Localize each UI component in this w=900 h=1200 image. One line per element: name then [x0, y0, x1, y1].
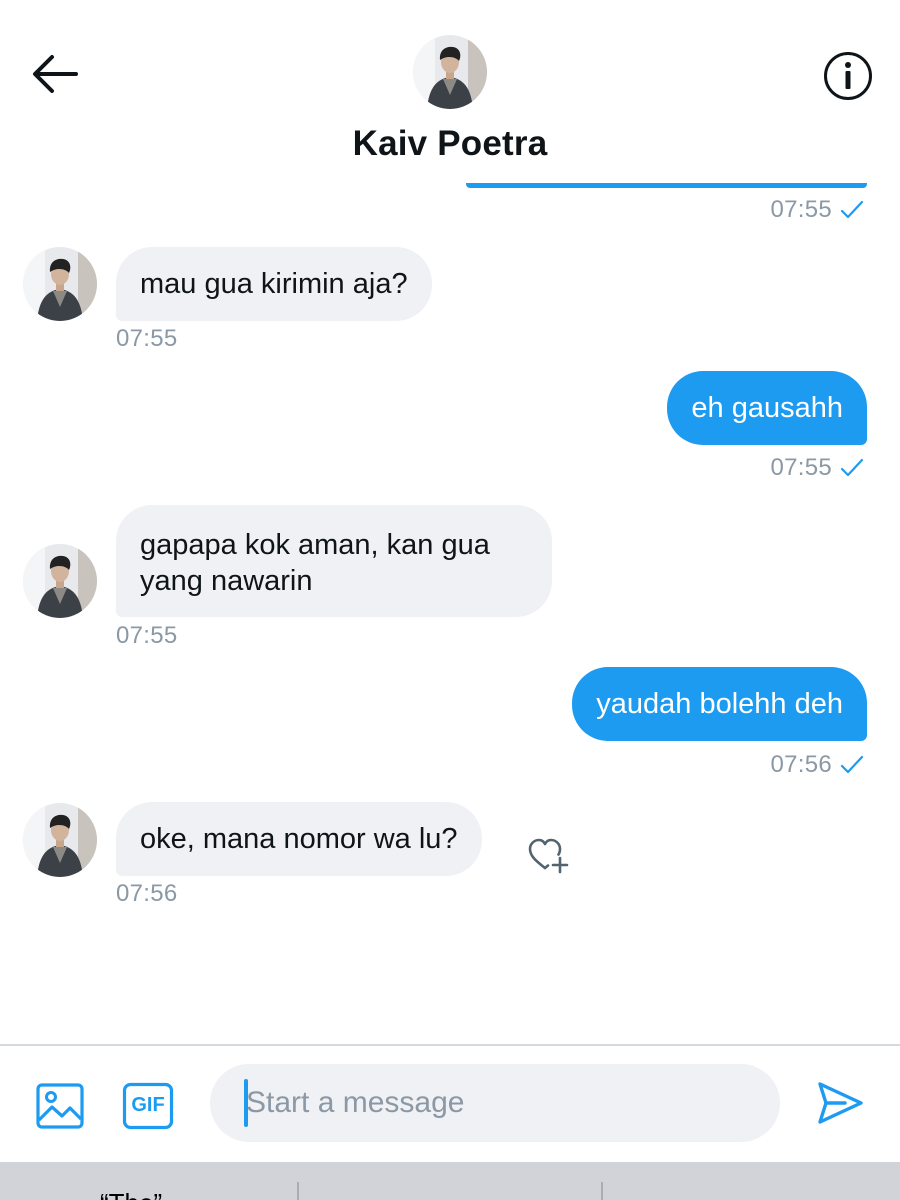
message-timestamp: 07:55	[770, 196, 832, 223]
arrow-left-icon	[33, 55, 78, 93]
message-bubble-incoming[interactable]: oke, mana nomor wa lu?	[116, 802, 482, 876]
info-circle-icon	[824, 52, 872, 100]
message-timestamp: 07:55	[116, 325, 178, 352]
send-icon	[818, 1082, 863, 1124]
add-photo-button[interactable]	[35, 1082, 85, 1130]
text-caret	[244, 1079, 248, 1127]
suggestion-divider	[601, 1182, 603, 1200]
conversation-header: Kaiv Poetra	[0, 0, 900, 180]
sent-check-icon	[840, 200, 864, 219]
sender-avatar[interactable]	[23, 247, 97, 321]
sent-check-icon	[840, 458, 864, 477]
message-bubble-outgoing-partial[interactable]	[466, 183, 867, 188]
message-bubble-outgoing[interactable]: yaudah bolehh deh	[572, 667, 867, 741]
message-timestamp: 07:56	[770, 751, 832, 778]
sender-avatar[interactable]	[23, 544, 97, 618]
keyboard-suggestion[interactable]: “The”	[100, 1188, 162, 1200]
image-icon	[36, 1083, 84, 1129]
message-line: yang nawarin	[140, 565, 313, 597]
message-bubble-incoming[interactable]: mau gua kirimin aja?	[116, 247, 432, 321]
send-button[interactable]	[815, 1078, 865, 1128]
add-gif-button[interactable]: GIF	[122, 1082, 174, 1130]
message-bubble-incoming[interactable]: gapapa kok aman, kan gua yang nawarin	[116, 505, 552, 617]
conversation-info-button[interactable]	[822, 50, 874, 102]
contact-name[interactable]: Kaiv Poetra	[0, 124, 900, 164]
sent-check-icon	[840, 755, 864, 774]
add-reaction-button[interactable]	[526, 834, 572, 876]
heart-plus-icon	[528, 838, 569, 874]
contact-avatar[interactable]	[413, 35, 487, 109]
gif-label: GIF	[131, 1094, 165, 1116]
back-button[interactable]	[28, 52, 82, 96]
message-line: gapapa kok aman, kan gua	[140, 529, 490, 561]
message-timestamp: 07:56	[116, 880, 178, 907]
message-input[interactable]	[210, 1064, 780, 1142]
suggestion-divider	[297, 1182, 299, 1200]
sender-avatar[interactable]	[23, 803, 97, 877]
message-bubble-outgoing[interactable]: eh gausahh	[667, 371, 867, 445]
message-timestamp: 07:55	[770, 454, 832, 481]
message-timestamp: 07:55	[116, 622, 178, 649]
